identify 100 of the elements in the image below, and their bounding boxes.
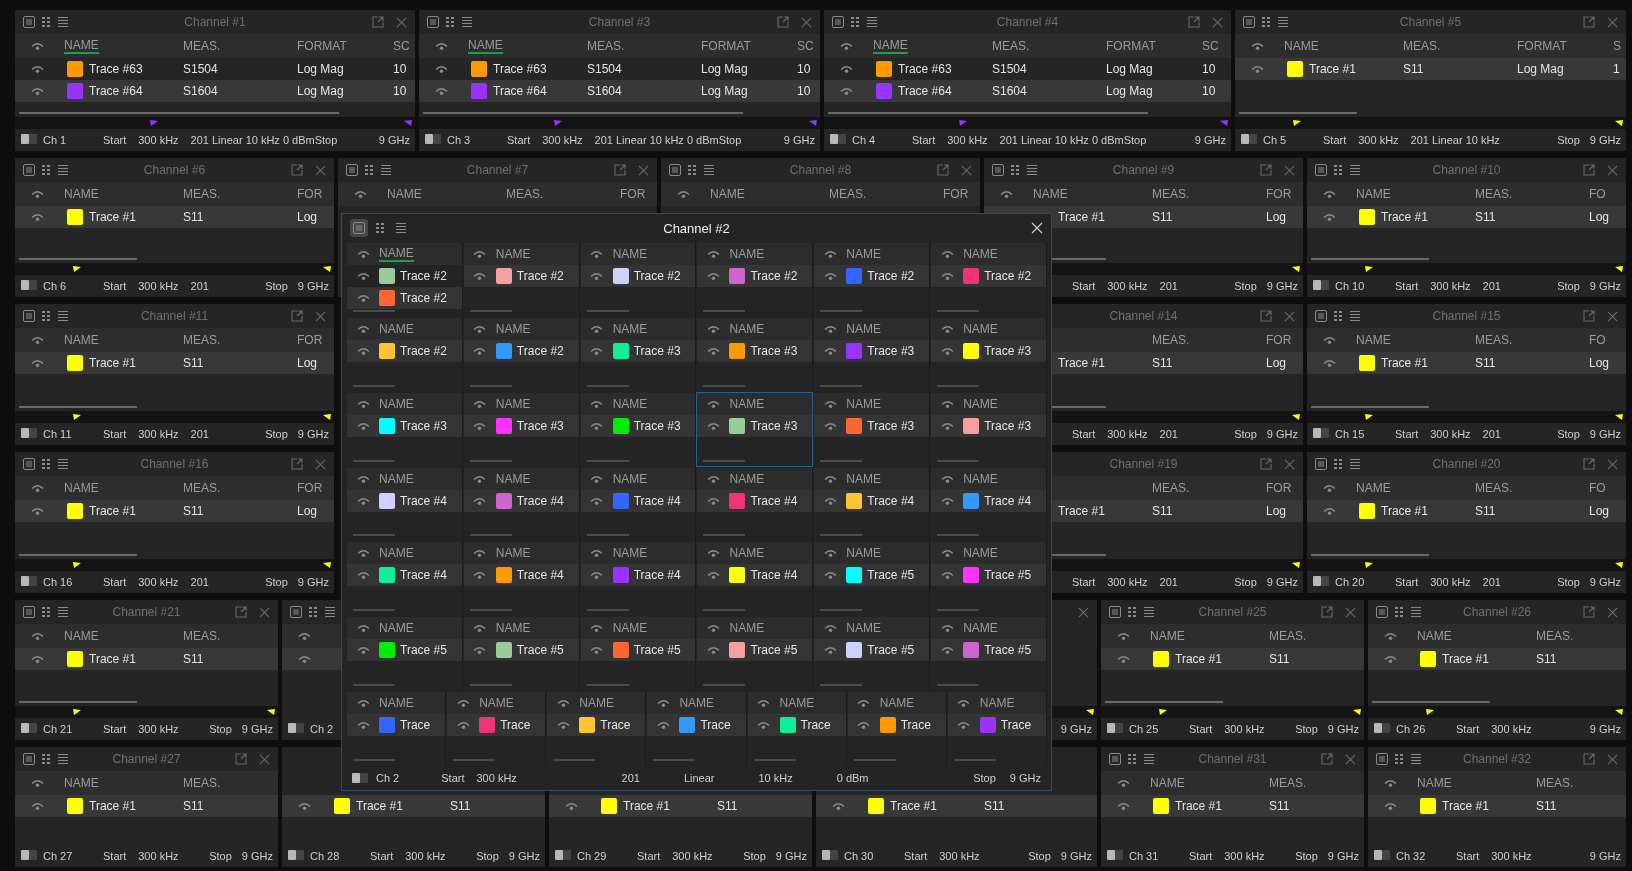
channel-toggle[interactable] — [21, 428, 37, 438]
popout-icon[interactable] — [1583, 753, 1595, 765]
column-header[interactable]: S — [1613, 39, 1621, 53]
eye-icon[interactable] — [434, 86, 448, 96]
trace-row[interactable]: Trace #1 S11 Log — [1307, 500, 1626, 522]
eye-icon[interactable] — [590, 473, 604, 484]
column-header[interactable]: MEAS. — [829, 187, 867, 201]
trace-panel[interactable]: NAME Trace #5 — [346, 616, 463, 692]
marker-icon[interactable] — [1293, 120, 1301, 126]
list-view-icon[interactable] — [1315, 310, 1327, 322]
marker-icon[interactable] — [809, 120, 817, 126]
column-header[interactable]: NAME — [1417, 629, 1452, 643]
column-header[interactable]: MEAS. — [1152, 187, 1190, 201]
eye-icon[interactable] — [857, 720, 871, 731]
trace-panel[interactable]: NAME Trace #3 — [579, 316, 697, 392]
scrollbar[interactable] — [19, 258, 137, 260]
rows-view-icon[interactable] — [1410, 606, 1422, 618]
eye-icon[interactable] — [590, 645, 604, 656]
column-header[interactable]: NAME — [963, 396, 998, 411]
eye-icon[interactable] — [30, 506, 44, 516]
list-view-icon[interactable] — [832, 16, 844, 28]
trace-row[interactable]: Trace #2 — [580, 265, 696, 287]
trace-panel[interactable]: NAME Trace #4 — [346, 541, 463, 617]
grid-view-icon[interactable] — [307, 606, 319, 618]
column-header[interactable]: NAME — [963, 321, 998, 336]
eye-icon[interactable] — [434, 64, 448, 74]
channel-toggle[interactable] — [1241, 134, 1257, 144]
trace-panel[interactable]: NAME Trace #5 — [579, 616, 697, 692]
eye-icon[interactable] — [656, 698, 670, 709]
trace-row[interactable]: Trace #3 — [580, 339, 696, 362]
trace-row[interactable]: Trace #3 — [931, 414, 1046, 437]
marker-icon[interactable] — [1615, 414, 1623, 420]
eye-icon[interactable] — [590, 623, 604, 634]
trace-panel[interactable]: NAME Trace #2 — [813, 242, 931, 317]
grid-view-icon[interactable] — [1332, 310, 1344, 322]
trace-row[interactable]: Trace #3 — [697, 414, 813, 437]
trace-panel[interactable]: NAME Trace #2 — [462, 242, 580, 317]
trace-row[interactable]: Trace #63 S1504 Log Mag 10 — [15, 58, 415, 80]
trace-row[interactable]: Trace #3 — [463, 414, 579, 437]
eye-icon[interactable] — [1116, 631, 1130, 641]
rows-view-icon[interactable] — [57, 310, 69, 322]
eye-icon[interactable] — [1116, 801, 1130, 811]
trace-row[interactable]: Trace #2 — [347, 287, 462, 309]
column-header[interactable]: NAME — [873, 38, 908, 54]
eye-icon[interactable] — [30, 212, 44, 222]
trace-row[interactable]: Trace #1 S11 Log — [15, 352, 334, 374]
grid-view-icon[interactable] — [40, 16, 52, 28]
list-view-icon[interactable] — [346, 164, 358, 176]
eye-icon[interactable] — [1322, 506, 1336, 516]
trace-row[interactable]: Trace — [647, 714, 746, 737]
eye-icon[interactable] — [297, 654, 311, 664]
channel-toggle[interactable] — [555, 850, 571, 860]
trace-panel[interactable]: NAME Trace #5 — [813, 616, 931, 692]
list-view-icon[interactable] — [290, 606, 302, 618]
eye-icon[interactable] — [823, 495, 837, 506]
eye-icon[interactable] — [456, 698, 470, 709]
scrollbar[interactable] — [1311, 554, 1429, 556]
eye-icon[interactable] — [590, 420, 604, 431]
trace-row[interactable]: Trace #63 S1504 Log Mag 10 — [824, 58, 1231, 80]
trace-panel[interactable]: NAME Trace #3 — [813, 391, 931, 467]
trace-row[interactable]: Trace #5 — [347, 639, 462, 662]
column-header[interactable]: NAME — [1356, 481, 1391, 495]
trace-row[interactable]: Trace #4 — [697, 564, 813, 587]
popout-icon[interactable] — [1260, 310, 1272, 322]
eye-icon[interactable] — [30, 41, 44, 51]
grid-view-icon[interactable] — [1332, 458, 1344, 470]
marker-icon[interactable] — [73, 414, 81, 420]
eye-icon[interactable] — [940, 420, 954, 431]
trace-row[interactable]: Trace #1 S11 Log Mag 1 — [1235, 58, 1626, 80]
trace-row[interactable]: Trace #2 — [697, 265, 813, 287]
eye-icon[interactable] — [353, 189, 367, 199]
trace-row[interactable]: Trace #3 — [814, 339, 930, 362]
eye-icon[interactable] — [297, 801, 311, 811]
eye-icon[interactable] — [473, 645, 487, 656]
popout-icon[interactable] — [1260, 458, 1272, 470]
column-header[interactable]: FOR — [943, 187, 969, 201]
eye-icon[interactable] — [707, 345, 720, 356]
column-header[interactable]: NAME — [495, 247, 531, 261]
trace-row[interactable]: Trace #4 — [347, 564, 462, 587]
eye-icon[interactable] — [473, 398, 487, 409]
column-header[interactable]: NAME — [729, 247, 765, 261]
eye-icon[interactable] — [1322, 335, 1336, 345]
column-header[interactable]: MEAS. — [1536, 776, 1574, 790]
eye-icon[interactable] — [707, 271, 720, 281]
trace-panel[interactable]: NAME Trace #3 — [346, 391, 463, 467]
trace-row[interactable]: Trace #1 S11 — [1368, 795, 1626, 817]
channel-toggle[interactable] — [21, 850, 37, 860]
eye-icon[interactable] — [707, 495, 720, 506]
trace-row[interactable]: Trace #5 — [931, 639, 1046, 662]
eye-icon[interactable] — [356, 345, 370, 356]
trace-row[interactable]: Trace #64 S1604 Log Mag 10 — [824, 80, 1231, 102]
grid-view-icon[interactable] — [1332, 164, 1344, 176]
eye-icon[interactable] — [356, 249, 370, 259]
eye-icon[interactable] — [30, 801, 44, 811]
trace-panel[interactable]: NAME Trace #5 — [696, 616, 814, 692]
scrollbar[interactable] — [828, 112, 1148, 114]
eye-icon[interactable] — [940, 249, 954, 259]
column-header[interactable]: NAME — [64, 333, 99, 347]
eye-icon[interactable] — [590, 271, 604, 281]
grid-view-icon[interactable] — [1126, 606, 1138, 618]
